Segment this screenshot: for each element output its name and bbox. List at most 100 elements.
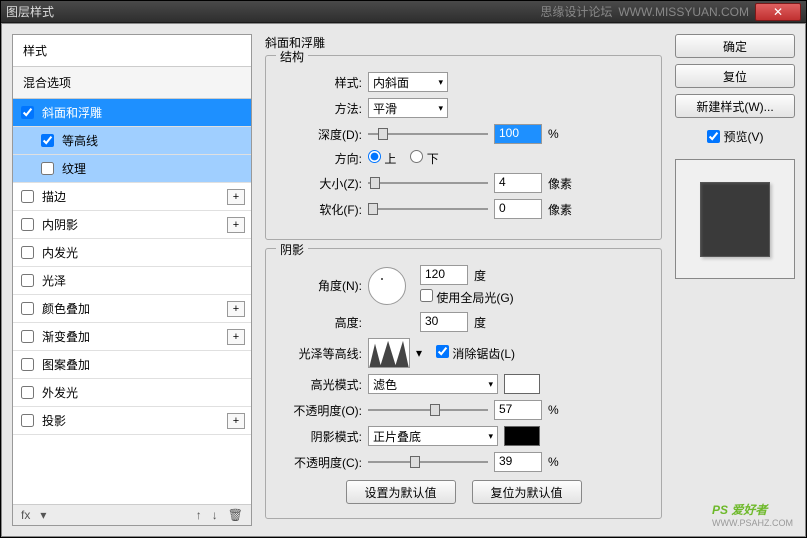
style-label: 外发光: [42, 384, 78, 401]
structure-legend: 结构: [276, 48, 308, 65]
blend-options-header[interactable]: 混合选项: [13, 67, 251, 99]
texture-checkbox[interactable]: [41, 162, 54, 175]
style-texture[interactable]: 纹理: [13, 155, 251, 183]
contour-picker[interactable]: [368, 338, 410, 368]
close-button[interactable]: ✕: [755, 3, 801, 21]
style-dropdown[interactable]: 内斜面: [368, 72, 448, 92]
bevel-checkbox[interactable]: [21, 106, 34, 119]
altitude-label: 高度:: [280, 314, 362, 331]
angle-dial[interactable]: [368, 267, 406, 305]
depth-input[interactable]: 100: [494, 124, 542, 144]
method-label: 方法:: [280, 100, 362, 117]
move-down-icon[interactable]: ↓: [212, 508, 218, 522]
titlebar: 图层样式 思缘设计论坛 WWW.MISSYUAN.COM ✕: [1, 1, 806, 23]
style-outer-glow[interactable]: 外发光: [13, 379, 251, 407]
opacity2-label: 不透明度(C):: [280, 454, 362, 471]
style-stroke[interactable]: 描边 +: [13, 183, 251, 211]
shadow-legend: 阴影: [276, 241, 308, 258]
shadow-opacity-input[interactable]: 39: [494, 452, 542, 472]
gloss-contour-label: 光泽等高线:: [280, 345, 362, 362]
highlight-opacity-input[interactable]: 57: [494, 400, 542, 420]
style-color-overlay[interactable]: 颜色叠加 +: [13, 295, 251, 323]
preview-checkbox[interactable]: 预览(V): [675, 128, 795, 145]
add-icon[interactable]: +: [227, 413, 245, 429]
antialias-checkbox[interactable]: 消除锯齿(L): [436, 345, 515, 362]
depth-slider[interactable]: [368, 126, 488, 142]
options-panel: 斜面和浮雕 结构 样式: 内斜面 方法: 平滑 深度(D): 100 % 方向:…: [260, 34, 667, 526]
direction-down-radio[interactable]: 下: [410, 150, 438, 167]
px-unit: 像素: [548, 175, 572, 192]
soften-label: 软化(F):: [280, 201, 362, 218]
satin-checkbox[interactable]: [21, 274, 34, 287]
shadow-mode-dropdown[interactable]: 正片叠底: [368, 426, 498, 446]
angle-label: 角度(N):: [280, 277, 362, 294]
style-bevel-emboss[interactable]: 斜面和浮雕: [13, 99, 251, 127]
move-up-icon[interactable]: ↑: [196, 508, 202, 522]
contour-checkbox[interactable]: [41, 134, 54, 147]
style-drop-shadow[interactable]: 投影 +: [13, 407, 251, 435]
titlebar-right: 思缘设计论坛 WWW.MISSYUAN.COM ✕: [540, 3, 801, 21]
color-overlay-checkbox[interactable]: [21, 302, 34, 315]
chevron-down-icon[interactable]: ▾: [40, 508, 46, 522]
size-slider[interactable]: [368, 175, 488, 191]
chevron-down-icon[interactable]: ▾: [416, 346, 422, 360]
highlight-color-swatch[interactable]: [504, 374, 540, 394]
pct-unit: %: [548, 455, 559, 469]
add-icon[interactable]: +: [227, 329, 245, 345]
outer-glow-checkbox[interactable]: [21, 386, 34, 399]
altitude-input[interactable]: 30: [420, 312, 468, 332]
style-label: 内发光: [42, 244, 78, 261]
style-label: 样式:: [280, 74, 362, 91]
style-inner-shadow[interactable]: 内阴影 +: [13, 211, 251, 239]
highlight-mode-dropdown[interactable]: 滤色: [368, 374, 498, 394]
dialog-body: 样式 混合选项 斜面和浮雕 等高线 纹理 描边 + 内阴影 + 内发光: [1, 23, 806, 537]
inner-shadow-checkbox[interactable]: [21, 218, 34, 231]
add-icon[interactable]: +: [227, 189, 245, 205]
preview-box: [675, 159, 795, 279]
depth-label: 深度(D):: [280, 126, 362, 143]
angle-input[interactable]: 120: [420, 265, 468, 285]
global-light-checkbox[interactable]: 使用全局光(G): [420, 291, 514, 305]
add-icon[interactable]: +: [227, 301, 245, 317]
style-satin[interactable]: 光泽: [13, 267, 251, 295]
px-unit: 像素: [548, 201, 572, 218]
make-default-button[interactable]: 设置为默认值: [346, 480, 456, 504]
soften-input[interactable]: 0: [494, 199, 542, 219]
style-label: 描边: [42, 188, 66, 205]
style-inner-glow[interactable]: 内发光: [13, 239, 251, 267]
ok-button[interactable]: 确定: [675, 34, 795, 58]
direction-up-radio[interactable]: 上: [368, 150, 396, 167]
style-pattern-overlay[interactable]: 图案叠加: [13, 351, 251, 379]
preview-swatch: [700, 182, 770, 257]
method-dropdown[interactable]: 平滑: [368, 98, 448, 118]
inner-glow-checkbox[interactable]: [21, 246, 34, 259]
shadow-fieldset: 阴影 角度(N): 120 度 使用全局光(G) 高度: 30 度: [265, 248, 662, 519]
deg-unit: 度: [474, 314, 486, 331]
gradient-overlay-checkbox[interactable]: [21, 330, 34, 343]
reset-default-button[interactable]: 复位为默认值: [472, 480, 582, 504]
pattern-overlay-checkbox[interactable]: [21, 358, 34, 371]
panel-title: 斜面和浮雕: [265, 34, 662, 51]
cancel-button[interactable]: 复位: [675, 64, 795, 88]
forum-url: WWW.MISSYUAN.COM: [618, 5, 749, 19]
highlight-opacity-slider[interactable]: [368, 402, 488, 418]
size-input[interactable]: 4: [494, 173, 542, 193]
direction-label: 方向:: [280, 150, 362, 167]
style-contour[interactable]: 等高线: [13, 127, 251, 155]
stroke-checkbox[interactable]: [21, 190, 34, 203]
fx-menu[interactable]: fx: [21, 508, 30, 522]
shadow-opacity-slider[interactable]: [368, 454, 488, 470]
add-icon[interactable]: +: [227, 217, 245, 233]
styles-header[interactable]: 样式: [13, 35, 251, 67]
style-gradient-overlay[interactable]: 渐变叠加 +: [13, 323, 251, 351]
pct-unit: %: [548, 127, 559, 141]
deg-unit: 度: [474, 267, 486, 284]
style-label: 渐变叠加: [42, 328, 90, 345]
style-label: 纹理: [62, 160, 86, 177]
action-panel: 确定 复位 新建样式(W)... 预览(V): [675, 34, 795, 526]
new-style-button[interactable]: 新建样式(W)...: [675, 94, 795, 118]
soften-slider[interactable]: [368, 201, 488, 217]
drop-shadow-checkbox[interactable]: [21, 414, 34, 427]
shadow-color-swatch[interactable]: [504, 426, 540, 446]
trash-icon[interactable]: 🗑: [228, 508, 243, 522]
